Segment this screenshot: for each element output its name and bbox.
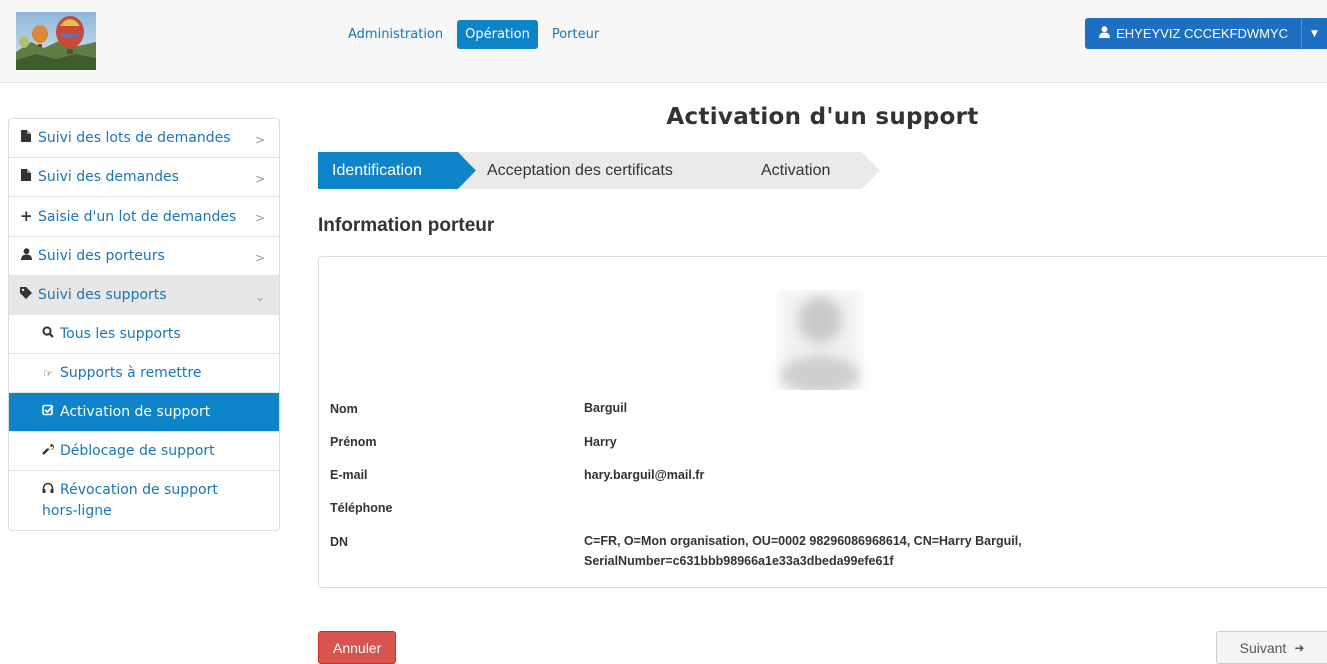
step-label: Acceptation des certificats	[487, 161, 673, 179]
user-icon	[1099, 26, 1111, 41]
chevron-right-icon: >	[254, 172, 265, 186]
sidebar-item-suivi-supports[interactable]: Suivi des supports ⌄	[9, 276, 279, 315]
cancel-button[interactable]: Annuler	[318, 631, 397, 664]
label-nom: Nom	[330, 402, 358, 416]
top-navbar: Administration Opération Porteur EHYEYVI…	[0, 0, 1327, 83]
step-acceptation-certificats[interactable]: Acceptation des certificats	[458, 152, 748, 189]
sidebar-item-suivi-lots[interactable]: Suivi des lots de demandes >	[9, 119, 279, 158]
value-nom: Barguil	[584, 401, 628, 415]
step-label: Identification	[332, 161, 422, 179]
dn-line: C=FR, O=Mon organisation, OU=0002 982960…	[584, 534, 1022, 548]
label-telephone: Téléphone	[330, 501, 393, 515]
step-label: Activation	[761, 161, 831, 179]
check-icon	[42, 402, 54, 423]
headphones-icon	[42, 480, 54, 501]
sidebar-item-suivi-demandes[interactable]: Suivi des demandes >	[9, 158, 279, 197]
nav-administration[interactable]: Administration	[340, 20, 451, 49]
sidebar-item-label: Suivi des lots de demandes	[38, 130, 231, 146]
plus-icon: +	[20, 207, 33, 225]
next-button[interactable]: Suivant ➜	[1216, 631, 1327, 664]
sidebar-item-activation-support[interactable]: Activation de support	[9, 393, 279, 432]
sidebar-item-saisie-lot[interactable]: + Saisie d'un lot de demandes >	[9, 197, 279, 237]
sidebar-item-deblocage-support[interactable]: Déblocage de support	[9, 432, 279, 471]
sidebar-item-label: Supports à remettre	[60, 365, 202, 381]
nav-operation[interactable]: Opération	[457, 20, 538, 49]
arrow-right-icon: ➜	[1294, 640, 1305, 655]
value-prenom: Harry	[584, 435, 617, 449]
user-dropdown-toggle[interactable]: ▼	[1301, 18, 1327, 49]
section-title: Information porteur	[318, 215, 495, 236]
file-icon	[20, 167, 32, 188]
label-dn: DN	[330, 535, 349, 549]
wrench-icon	[42, 441, 54, 462]
user-menu: EHYEYVIZ CCCEKFDWMYC ▼	[1085, 18, 1327, 49]
step-identification[interactable]: Identification	[318, 152, 476, 189]
label-prenom: Prénom	[330, 435, 377, 449]
sidebar-item-label: Suivi des supports	[38, 287, 167, 303]
hand-right-icon: ☞	[43, 367, 53, 380]
user-icon	[20, 246, 32, 267]
chevron-down-icon: ⌄	[254, 290, 265, 304]
sidebar-item-label: Suivi des demandes	[38, 169, 179, 185]
sidebar-item-supports-remettre[interactable]: ☞ Supports à remettre	[9, 354, 279, 393]
sidebar-item-label: Activation de support	[60, 404, 211, 420]
sidebar-item-label: Tous les supports	[60, 326, 181, 342]
nav-porteur[interactable]: Porteur	[544, 20, 607, 49]
chevron-right-icon: >	[254, 133, 265, 147]
page-title: Activation d'un support	[666, 104, 979, 130]
user-button[interactable]: EHYEYVIZ CCCEKFDWMYC	[1085, 18, 1301, 49]
caret-down-icon: ▼	[1311, 28, 1318, 39]
sidebar-item-label: Saisie d'un lot de demandes	[38, 209, 237, 225]
file-icon	[20, 128, 32, 149]
dn-line: SerialNumber=c631bbb98966a1e33a3dbeda99e…	[584, 554, 894, 568]
logo[interactable]	[16, 12, 96, 70]
step-activation[interactable]: Activation	[730, 152, 880, 189]
sidebar-item-suivi-porteurs[interactable]: Suivi des porteurs >	[9, 237, 279, 276]
tags-icon	[20, 285, 32, 306]
label-email: E-mail	[330, 468, 368, 482]
sidebar-item-tous-supports[interactable]: Tous les supports	[9, 315, 279, 354]
next-button-label: Suivant	[1239, 639, 1287, 656]
user-name: EHYEYVIZ CCCEKFDWMYC	[1116, 26, 1288, 41]
chevron-right-icon: >	[254, 211, 265, 225]
sidebar: Suivi des lots de demandes > Suivi des d…	[8, 118, 280, 531]
sidebar-item-revocation-support[interactable]: Révocation de support hors-ligne	[9, 471, 279, 530]
holder-photo	[760, 290, 880, 395]
value-dn: C=FR, O=Mon organisation, OU=0002 982960…	[584, 531, 1022, 571]
search-icon	[42, 324, 54, 345]
sidebar-item-label: Déblocage de support	[60, 443, 215, 459]
chevron-right-icon: >	[254, 251, 265, 265]
sidebar-item-label: Révocation de support hors-ligne	[42, 482, 218, 519]
value-email: hary.barguil@mail.fr	[584, 468, 705, 482]
sidebar-item-label: Suivi des porteurs	[38, 248, 165, 264]
